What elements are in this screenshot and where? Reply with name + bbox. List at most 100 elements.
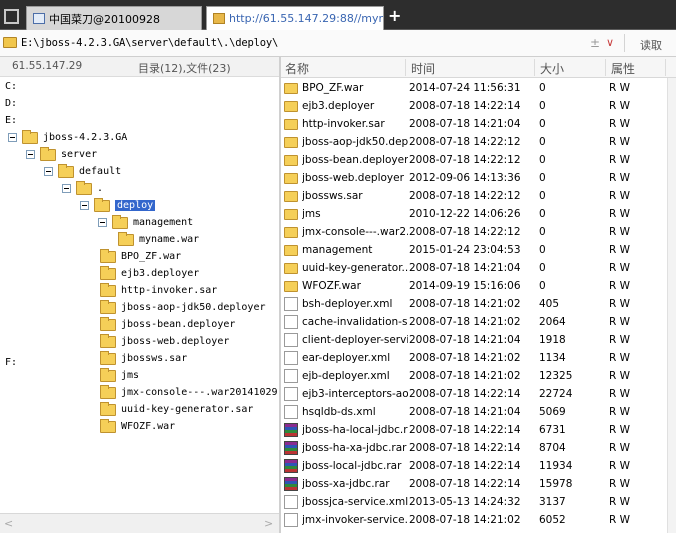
tree-node[interactable]: myname.war	[118, 231, 199, 248]
file-name: jms	[302, 208, 321, 220]
add-tab-icon[interactable]: +	[388, 8, 401, 24]
drive-node[interactable]: D:	[5, 95, 17, 112]
file-attr: R W	[609, 154, 631, 166]
collapse-icon[interactable]	[8, 133, 17, 142]
file-row[interactable]: jmx-console---.war2... 2008-07-18 14:22:1…	[281, 223, 667, 241]
file-row[interactable]: ejb-deployer.xml 2008-07-18 14:21:02 12325…	[281, 367, 667, 385]
file-row[interactable]: jboss-ha-xa-jdbc.rar 2008-07-18 14:22:14 8…	[281, 439, 667, 457]
folder-icon	[284, 83, 298, 94]
collapse-icon[interactable]	[98, 218, 107, 227]
folder-icon	[40, 146, 56, 161]
file-row[interactable]: jboss-bean.deployer 2008-07-18 14:22:12 0 R…	[281, 151, 667, 169]
column-divider	[405, 59, 406, 76]
file-row[interactable]: ejb3-interceptors-ao... 2008-07-18 14:22:…	[281, 385, 667, 403]
collapse-icon[interactable]	[62, 184, 71, 193]
drive-node[interactable]: C:	[5, 78, 17, 95]
tree-node[interactable]: jboss-web.deployer	[100, 333, 229, 350]
file-row[interactable]: client-deployer-servi... 2008-07-18 14:21…	[281, 331, 667, 349]
file-row[interactable]: cache-invalidation-s... 2008-07-18 14:21:…	[281, 313, 667, 331]
tree-node[interactable]: jboss-bean.deployer	[100, 316, 235, 333]
file-name: jbossws.sar	[302, 190, 363, 202]
tab-caidao[interactable]: 中国菜刀@20100928	[26, 6, 202, 30]
file-time: 2008-07-18 14:22:14	[409, 442, 521, 454]
file-row[interactable]: jboss-aop-jdk50.dep... 2008-07-18 14:22:1…	[281, 133, 667, 151]
file-size: 6052	[539, 514, 566, 526]
read-button[interactable]: 读取	[640, 37, 662, 53]
file-row[interactable]: jmx-invoker-service.... 2008-07-18 14:21:…	[281, 511, 667, 529]
file-row[interactable]: jboss-local-jdbc.rar 2008-07-18 14:22:14 1…	[281, 457, 667, 475]
tree-node-label: uuid-key-generator.sar	[121, 404, 254, 415]
tree-node[interactable]: .	[62, 180, 103, 197]
file-attr: R W	[609, 406, 631, 418]
collapse-icon[interactable]	[80, 201, 89, 210]
file-row[interactable]: ear-deployer.xml 2008-07-18 14:21:02 1134 R…	[281, 349, 667, 367]
folder-icon	[100, 367, 116, 382]
tree-node[interactable]: BPO_ZF.war	[100, 248, 181, 265]
column-size[interactable]: 大小	[540, 60, 564, 77]
file-time: 2008-07-18 14:22:12	[409, 190, 521, 202]
column-divider	[665, 59, 666, 76]
horizontal-scrollbar[interactable]: < >	[0, 513, 279, 533]
file-row[interactable]: jboss-ha-local-jdbc.rar 2008-07-18 14:22:…	[281, 421, 667, 439]
file-row[interactable]: jbossws.sar 2008-07-18 14:22:12 0 R W	[281, 187, 667, 205]
file-row[interactable]: uuid-key-generator.... 2008-07-18 14:21:0…	[281, 259, 667, 277]
tree-node[interactable]: management	[98, 214, 193, 231]
path-input[interactable]: E:\jboss-4.2.3.GA\server\default\.\deplo…	[21, 37, 278, 49]
file-row[interactable]: WFOZF.war 2014-09-19 15:16:06 0 R W	[281, 277, 667, 295]
tab-file-manager[interactable]: http://61.55.147.29:88//myn...	[206, 6, 384, 30]
file-row[interactable]: BPO_ZF.war 2014-07-24 11:56:31 0 R W	[281, 79, 667, 97]
tree-node[interactable]: jmx-console---.war20141029	[100, 384, 278, 401]
drive-f[interactable]: F:	[5, 357, 17, 368]
folder-icon	[284, 209, 298, 220]
column-time[interactable]: 时间	[411, 60, 435, 77]
column-attr[interactable]: 属性	[611, 60, 635, 77]
file-row[interactable]: jms 2010-12-22 14:06:26 0 R W	[281, 205, 667, 223]
tree-node[interactable]: jboss-4.2.3.GA	[8, 129, 127, 146]
tree-node[interactable]: WFOZF.war	[100, 418, 175, 435]
file-time: 2008-07-18 14:21:04	[409, 334, 521, 346]
file-time: 2008-07-18 14:22:12	[409, 226, 521, 238]
file-time: 2008-07-18 14:21:02	[409, 352, 521, 364]
file-row[interactable]: management 2015-01-24 23:04:53 0 R W	[281, 241, 667, 259]
tree-node[interactable]: uuid-key-generator.sar	[100, 401, 253, 418]
scroll-right-icon[interactable]: >	[264, 517, 273, 530]
tree-node-label: jboss-bean.deployer	[121, 319, 236, 330]
file-row[interactable]: http-invoker.sar 2008-07-18 14:21:04 0 R W	[281, 115, 667, 133]
file-row[interactable]: jbossjca-service.xml 2013-05-13 14:24:32 3…	[281, 493, 667, 511]
tree-node[interactable]: jboss-aop-jdk50.deployer	[100, 299, 266, 316]
tree-node-label: myname.war	[139, 234, 200, 245]
tree-node-label: http-invoker.sar	[121, 285, 218, 296]
window-menu-icon[interactable]	[4, 9, 19, 24]
file-row[interactable]: ejb3.deployer 2008-07-18 14:22:14 0 R W	[281, 97, 667, 115]
chevron-down-icon[interactable]: ∨	[606, 36, 614, 49]
file-time: 2008-07-18 14:21:04	[409, 118, 521, 130]
file-row[interactable]: jboss-xa-jdbc.rar 2008-07-18 14:22:14 1597…	[281, 475, 667, 493]
vertical-scrollbar[interactable]	[667, 78, 676, 533]
collapse-icon[interactable]	[26, 150, 35, 159]
plus-minus-icon[interactable]: ±	[590, 36, 600, 50]
left-panel-header: 61.55.147.29 目录(12),文件(23)	[0, 57, 279, 77]
folder-icon	[100, 401, 116, 416]
column-name[interactable]: 名称	[285, 60, 309, 77]
tree-node[interactable]: server	[26, 146, 97, 163]
tree-node[interactable]: ejb3.deployer	[100, 265, 199, 282]
file-row[interactable]: jboss-web.deployer 2012-09-06 14:13:36 0 R …	[281, 169, 667, 187]
scroll-left-icon[interactable]: <	[4, 517, 13, 530]
file-row[interactable]: bsh-deployer.xml 2008-07-18 14:21:02 405 R …	[281, 295, 667, 313]
tree-node[interactable]: default	[44, 163, 121, 180]
file-row[interactable]: hsqldb-ds.xml 2008-07-18 14:21:04 5069 R W	[281, 403, 667, 421]
drive-node[interactable]: E:	[5, 112, 17, 129]
tree-node[interactable]: deploy	[80, 197, 156, 214]
file-attr: R W	[609, 244, 631, 256]
file-size: 0	[539, 190, 546, 202]
tree-node[interactable]: jms	[100, 367, 139, 384]
tree-node[interactable]: http-invoker.sar	[100, 282, 217, 299]
file-attr: R W	[609, 424, 631, 436]
host-ip: 61.55.147.29	[12, 60, 83, 72]
tree-node[interactable]: jbossws.sar	[100, 350, 187, 367]
tree-node-label: WFOZF.war	[121, 421, 176, 432]
file-size: 0	[539, 118, 546, 130]
collapse-icon[interactable]	[44, 167, 53, 176]
file-size: 0	[539, 280, 546, 292]
file-attr: R W	[609, 208, 631, 220]
